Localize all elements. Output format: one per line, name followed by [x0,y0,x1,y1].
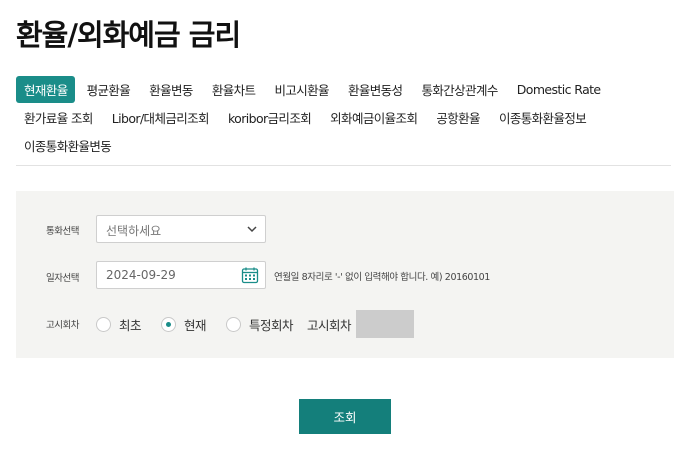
search-button[interactable]: 조회 [299,399,391,434]
radio-first[interactable]: 최초 [96,315,142,334]
date-input[interactable]: 2024-09-29 [96,261,266,289]
calendar-icon[interactable] [241,266,259,284]
radio-specific[interactable]: 특정회차 [226,315,294,334]
currency-label: 통화선택 [46,226,79,237]
radio-first-label: 최초 [119,317,142,333]
tab-item[interactable]: 이종통화환율정보 [492,104,593,131]
tab-item[interactable]: Domestic Rate [510,78,608,101]
tab-item[interactable]: 환율변동 [142,76,200,103]
page-title: 환율/외화예금 금리 [16,18,241,52]
date-hint: 연월일 8자리로 '-' 없이 입력해야 합니다. 예) 20160101 [274,272,490,283]
tab-row: 환가료율 조회 Libor/대체금리조회 koribor금리조회 외화예금이율조회 공항… [16,103,666,131]
tab-item[interactable]: 환가료율 조회 [16,104,100,131]
currency-select[interactable]: 선택하세요 [96,215,266,243]
specific-round-label: 고시회차 [307,317,352,333]
tab-item[interactable]: 평균환율 [80,76,138,103]
radio-current-button[interactable] [161,316,177,332]
tab-item[interactable]: 외화예금이율조회 [323,104,424,131]
tab-row: 현재환율 평균환율 환율변동 환율차트 비고시환율 환율변동성 통화간상관계수 Domesti… [16,75,666,103]
date-value: 2024-09-29 [106,268,176,282]
currency-select-value: 선택하세요 [106,224,162,238]
tab-row: 이종통화환율변동 [16,131,666,159]
radio-current[interactable]: 현재 [161,315,207,334]
radio-first-button[interactable] [96,316,111,332]
tab-item[interactable]: Libor/대체금리조회 [105,104,216,131]
radio-specific-label: 특정회차 [249,317,294,333]
tab-item[interactable]: 통화간상관계수 [414,76,504,103]
specific-round-input[interactable] [356,310,415,338]
round-radio-group: 최초 현재 특정회차 고시회차 [96,310,415,338]
tab-item[interactable]: 이종통화환율변동 [16,132,118,159]
radio-specific-button[interactable] [226,316,242,332]
search-panel: 통화선택 선택하세요 일자선택 2024-09-29 연월일 8자리로 '-' … [16,191,674,358]
tab-item[interactable]: 공항환율 [429,104,487,131]
tab-item[interactable]: 현재환율 [16,75,75,103]
tab-item[interactable]: 비고시환율 [267,76,336,103]
tab-item[interactable]: 환율차트 [205,76,263,103]
date-label: 일자선택 [46,273,79,284]
tab-bar: 현재환율 평균환율 환율변동 환율차트 비고시환율 환율변동성 통화간상관계수 Domesti… [16,75,666,159]
chevron-down-icon [247,226,257,233]
round-label: 고시회차 [46,320,79,331]
tab-item[interactable]: koribor금리조회 [221,104,318,131]
radio-current-label: 현재 [184,317,207,333]
tab-item[interactable]: 환율변동성 [341,76,410,103]
tabs-divider [16,165,671,166]
